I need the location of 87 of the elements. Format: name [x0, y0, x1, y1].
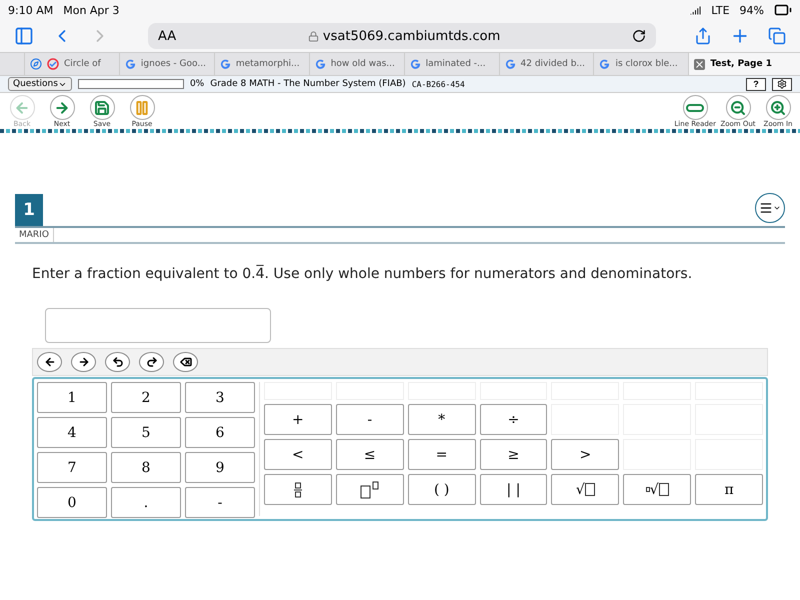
question-menu-button[interactable]	[755, 193, 785, 223]
undo-icon	[112, 356, 124, 368]
symbol-key[interactable]: ÷	[480, 404, 548, 435]
battery-percent: 94%	[740, 4, 764, 16]
network-label: LTE	[711, 4, 730, 16]
browser-tab[interactable]: metamorphi...	[214, 53, 309, 75]
editor-nav-button[interactable]	[71, 352, 96, 372]
google-g-icon	[504, 58, 516, 70]
digit-key[interactable]: 4	[37, 417, 107, 448]
lock-icon	[308, 30, 319, 42]
digit-key[interactable]: 6	[185, 417, 255, 448]
digit-key[interactable]: 9	[185, 452, 255, 483]
redo-icon	[146, 356, 158, 368]
browser-tab[interactable]: laminated -...	[404, 53, 499, 75]
right-arrow-icon	[78, 356, 90, 368]
checkmark-icon	[47, 58, 59, 70]
browser-tab[interactable]: 42 divided b...	[498, 53, 594, 75]
symbol-key[interactable]: *	[408, 404, 476, 435]
progress-percent: 0%	[190, 79, 204, 89]
exponent-icon	[360, 480, 380, 498]
editor-nav-button[interactable]	[173, 352, 198, 372]
test-title: Grade 8 MATH - The Number System (FIAB)	[210, 79, 406, 89]
square-root-key[interactable]: √	[551, 474, 620, 505]
status-time: 9:10 AM	[8, 4, 54, 16]
symbol-key[interactable]: ≤	[336, 439, 404, 470]
share-icon[interactable]	[694, 27, 712, 45]
symbol-key[interactable]: ( )	[408, 474, 476, 505]
browser-tab[interactable]: Test, Page 1	[688, 53, 800, 75]
questions-dropdown[interactable]: Questions	[8, 77, 72, 91]
fraction-key[interactable]	[264, 474, 332, 505]
google-g-icon	[124, 58, 136, 70]
digit-key[interactable]: 8	[111, 452, 181, 483]
answer-field[interactable]	[45, 308, 271, 343]
google-g-icon	[314, 58, 326, 70]
editor-nav-button[interactable]	[37, 352, 62, 372]
digit-key[interactable]: .	[111, 487, 181, 518]
left-arrow-icon	[44, 356, 56, 368]
google-g-icon	[220, 58, 231, 70]
browser-tab[interactable]: how old was...	[308, 53, 404, 75]
question-number: 1	[15, 194, 43, 226]
backspace-icon	[180, 356, 192, 368]
settings-icon	[777, 79, 787, 89]
chevron-icon	[773, 204, 781, 212]
sidebar-icon[interactable]	[14, 26, 34, 46]
symbol-key[interactable]: =	[408, 439, 476, 470]
help-button[interactable]: ?	[746, 78, 766, 90]
digit-key[interactable]: 7	[37, 452, 107, 483]
text-size-button[interactable]: AA	[158, 28, 176, 44]
student-name: MARIO	[15, 228, 54, 242]
settings-button[interactable]	[772, 78, 792, 90]
question-prompt: Enter a fraction equivalent to 0.4̅. Use only whole numbers for numerators and denominators.	[32, 266, 694, 282]
reload-icon[interactable]	[632, 29, 646, 43]
symbol-key[interactable]: >	[551, 439, 620, 470]
digit-key[interactable]: 3	[185, 382, 255, 413]
nth-root-key[interactable]: √	[623, 474, 692, 505]
browser-tab[interactable]: Circle of	[24, 53, 119, 75]
close-icon[interactable]	[694, 58, 706, 70]
line-reader-icon	[686, 104, 704, 112]
zoom-out-icon	[730, 100, 746, 116]
symbol-key[interactable]: ≥	[480, 439, 548, 470]
symbol-key[interactable]: π	[695, 474, 763, 505]
exponent-key[interactable]	[336, 474, 404, 505]
pause-icon	[134, 100, 150, 116]
test-code: CA-B266-454	[412, 80, 465, 88]
digit-key[interactable]: 1	[37, 382, 107, 413]
browser-tab[interactable]: ignoes - Goo...	[118, 53, 214, 75]
google-g-icon	[410, 58, 421, 70]
zoom-in-icon	[770, 100, 786, 116]
editor-nav-button[interactable]	[139, 352, 164, 372]
tabs-icon[interactable]	[768, 27, 786, 45]
menu-icon	[759, 201, 773, 215]
compass-icon	[30, 58, 42, 70]
fraction-icon	[294, 482, 302, 498]
symbol-key[interactable]: +	[264, 404, 332, 435]
url-text: vsat5069.cambiumtds.com	[322, 28, 500, 44]
digit-key[interactable]: -	[185, 487, 255, 518]
address-bar[interactable]: AA vsat5069.cambiumtds.com	[148, 23, 656, 49]
editor-nav-button[interactable]	[105, 352, 130, 372]
digit-key[interactable]: 5	[111, 417, 181, 448]
digit-key[interactable]: 0	[37, 487, 107, 518]
symbol-key[interactable]: <	[264, 439, 332, 470]
digit-key[interactable]: 2	[111, 382, 181, 413]
symbol-key[interactable]: | |	[480, 474, 548, 505]
signal-icon	[690, 4, 702, 16]
google-g-icon	[599, 58, 610, 70]
symbol-key[interactable]: -	[336, 404, 404, 435]
status-date: Mon Apr 3	[63, 4, 120, 16]
